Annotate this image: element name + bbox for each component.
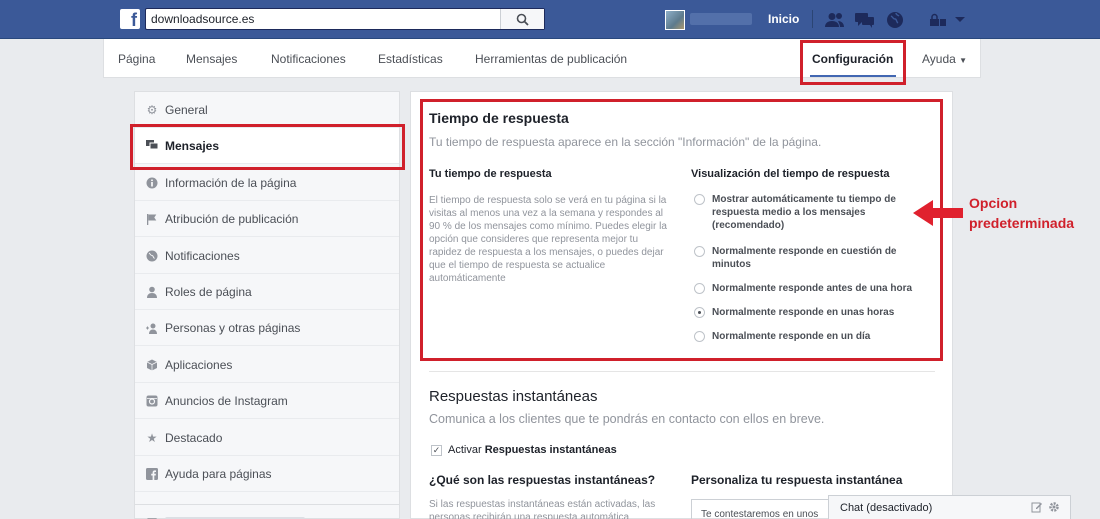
- tab-estadisticas[interactable]: Estadísticas: [378, 52, 443, 66]
- divider: [812, 10, 813, 28]
- tab-pagina[interactable]: Página: [118, 52, 155, 66]
- add-person-icon: [145, 321, 159, 335]
- gear-icon[interactable]: [1048, 501, 1060, 513]
- what-are-instant-replies-heading: ¿Qué son las respuestas instantáneas?: [429, 473, 656, 487]
- sidebar-item-label: Ayuda para páginas: [165, 466, 272, 481]
- annotation-arrow-icon: [913, 200, 963, 226]
- section-divider: [429, 371, 935, 372]
- sidebar-item-label: Personas y otras páginas: [165, 320, 301, 335]
- person-icon: [145, 285, 159, 299]
- instant-replies-description: Si las respuestas instantáneas están act…: [429, 498, 689, 519]
- sidebar-item-general[interactable]: ⚙ General: [135, 92, 399, 128]
- sidebar-item-roles[interactable]: Roles de página: [135, 274, 399, 310]
- gear-icon: ⚙: [146, 102, 158, 117]
- home-link[interactable]: Inicio: [768, 12, 799, 26]
- chat-label: Chat (desactivado): [840, 501, 933, 514]
- user-name-redacted[interactable]: [690, 13, 752, 25]
- sidebar-item-atribucion[interactable]: Atribución de publicación: [135, 201, 399, 237]
- flag-icon: [145, 212, 159, 226]
- facebook-logo-icon[interactable]: f: [120, 9, 140, 30]
- chat-bar[interactable]: Chat (desactivado): [828, 495, 1071, 519]
- annotation-text: Opcion predeterminada: [969, 193, 1074, 233]
- sidebar-item-personas[interactable]: Personas y otras páginas: [135, 310, 399, 346]
- instant-replies-description-line1: Si las respuestas instantáneas están act…: [429, 499, 656, 510]
- sidebar-item-label: Notificaciones: [165, 248, 240, 263]
- checkbox-prefix: Activar: [448, 444, 482, 456]
- instant-replies-checkbox-row[interactable]: ✓ Activar Respuestas instantáneas: [431, 444, 617, 456]
- sidebar-item-partial[interactable]: ▤: [135, 504, 399, 519]
- list-icon: ▤: [145, 515, 159, 519]
- sidebar-item-label: General: [165, 102, 208, 117]
- sidebar-item-destacado[interactable]: ★ Destacado: [135, 420, 399, 456]
- instant-replies-checkbox[interactable]: ✓: [431, 444, 442, 456]
- notifications-globe-icon[interactable]: [885, 10, 905, 30]
- sidebar-item-ayuda[interactable]: Ayuda para páginas: [135, 456, 399, 492]
- facebook-icon: [145, 467, 159, 481]
- sidebar-item-informacion[interactable]: Información de la página: [135, 165, 399, 201]
- page-scrollbar[interactable]: [1086, 0, 1100, 519]
- sidebar-item-label: Roles de página: [165, 284, 252, 299]
- friend-requests-icon[interactable]: [825, 10, 845, 30]
- sidebar-item-label: Anuncios de Instagram: [165, 393, 288, 408]
- tab-herramientas-publicacion[interactable]: Herramientas de publicación: [475, 52, 627, 66]
- search-bar: [145, 8, 545, 30]
- globe-icon: [145, 249, 159, 263]
- tab-ayuda[interactable]: Ayuda ▼: [922, 52, 967, 66]
- avatar[interactable]: [665, 10, 685, 30]
- checkbox-bold-label: Respuestas instantáneas: [484, 444, 617, 456]
- sidebar-item-label: Información de la página: [165, 175, 297, 190]
- highlight-box-configuracion: [800, 40, 906, 85]
- sidebar-item-notificaciones[interactable]: Notificaciones: [135, 238, 399, 274]
- instagram-icon: [145, 394, 159, 408]
- info-icon: [145, 176, 159, 190]
- instant-replies-subtitle: Comunica a los clientes que te pondrás e…: [429, 412, 825, 426]
- highlight-box-mensajes: [130, 124, 405, 170]
- sidebar-item-label: Atribución de publicación: [165, 211, 299, 226]
- annotation-line2: predeterminada: [969, 215, 1075, 231]
- instant-reply-text-field[interactable]: Te contestaremos en unos m: [691, 499, 830, 519]
- privacy-lock-icon[interactable]: [928, 10, 948, 30]
- search-icon: [516, 13, 529, 26]
- sidebar-item-aplicaciones[interactable]: Aplicaciones: [135, 347, 399, 383]
- search-button[interactable]: [500, 9, 544, 29]
- tab-mensajes[interactable]: Mensajes: [186, 52, 237, 66]
- sidebar-item-label: Aplicaciones: [165, 357, 233, 372]
- highlight-box-response-time: [420, 99, 943, 361]
- chevron-down-icon[interactable]: [950, 10, 970, 30]
- caret-down-icon: ▼: [959, 56, 968, 65]
- top-navigation-bar: f Inicio: [0, 0, 1100, 39]
- customize-instant-reply-heading: Personaliza tu respuesta instantánea: [691, 473, 903, 487]
- instant-replies-title: Respuestas instantáneas: [429, 388, 598, 405]
- cube-icon: [145, 358, 159, 372]
- sidebar-item-instagram[interactable]: Anuncios de Instagram: [135, 383, 399, 419]
- edit-icon[interactable]: [1031, 501, 1043, 513]
- sidebar-item-label: Destacado: [165, 430, 223, 445]
- tab-notificaciones[interactable]: Notificaciones: [271, 52, 346, 66]
- messages-icon[interactable]: [855, 10, 875, 30]
- annotation-line1: Opcion: [969, 195, 1018, 211]
- tab-ayuda-label: Ayuda: [922, 52, 956, 66]
- star-icon: ★: [146, 430, 158, 445]
- search-input[interactable]: [146, 9, 500, 29]
- instant-replies-description-line2: personas recibirán una respuesta automát…: [429, 512, 630, 519]
